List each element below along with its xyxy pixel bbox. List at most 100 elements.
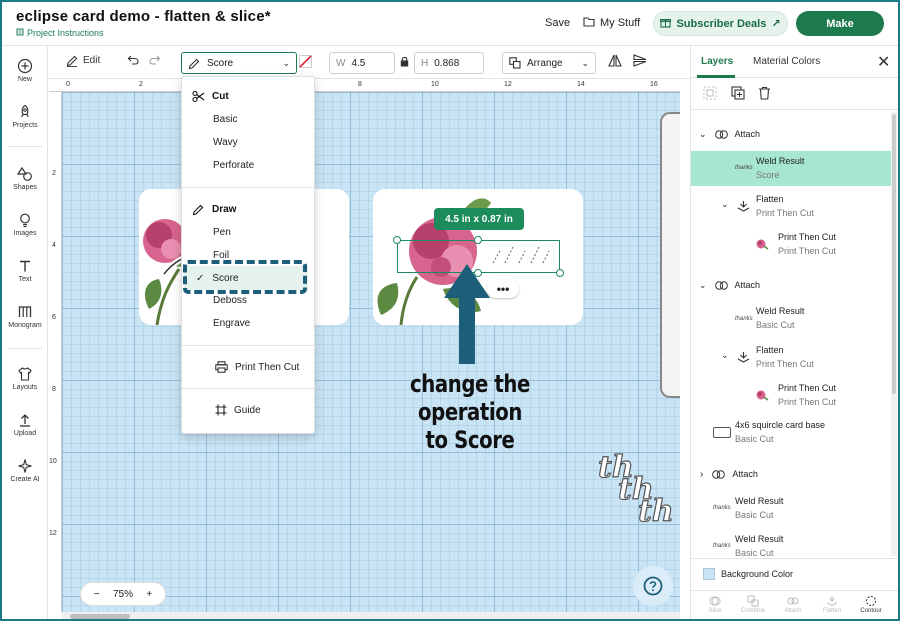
dropdown-item-perforate[interactable]: Perforate <box>213 160 254 171</box>
duplicate-icon[interactable] <box>731 86 745 100</box>
layer-subgroup-flatten[interactable]: ⌄ Flatten Print Then Cut <box>691 343 891 375</box>
rail-monogram-label: Monogram <box>8 322 42 329</box>
close-icon[interactable]: ✕ <box>877 52 890 72</box>
flatten-button[interactable]: Flatten <box>814 595 850 614</box>
pen-icon <box>192 204 204 216</box>
tab-layers[interactable]: Layers <box>701 56 733 67</box>
dropdown-item-engrave[interactable]: Engrave <box>213 318 250 329</box>
scrollbar-thumb[interactable] <box>892 114 896 394</box>
subscriber-deals-button[interactable]: Subscriber Deals ↗ <box>653 11 788 36</box>
no-color-swatch[interactable] <box>299 55 312 68</box>
rail-create-ai-label: Create AI <box>10 476 40 483</box>
selection-handle[interactable] <box>393 236 401 244</box>
ruler-tick-label: 0 <box>66 81 70 88</box>
layer-child-print-then-cut[interactable]: Print Then Cut Print Then Cut <box>691 230 891 262</box>
layer-thumbnail: thanks <box>713 505 731 511</box>
help-button[interactable] <box>633 566 673 606</box>
rail-new[interactable]: New <box>2 58 48 83</box>
lock-aspect-toggle[interactable] <box>400 56 409 67</box>
layer-item-card-base[interactable]: 4x6 squircle card base Basic Cut <box>691 418 891 450</box>
zoom-in-button[interactable]: + <box>146 589 152 600</box>
edit-button[interactable]: Edit <box>66 54 100 67</box>
layer-subtitle: Print Then Cut <box>756 359 814 369</box>
resize-handle[interactable] <box>556 269 564 277</box>
layer-group-attach[interactable]: ⌄ Attach <box>691 275 891 295</box>
project-instructions-link[interactable]: Project Instructions <box>16 28 104 38</box>
flip-vertical-button[interactable] <box>633 54 647 67</box>
dropdown-item-print-then-cut[interactable]: Print Then Cut <box>215 361 299 373</box>
make-button[interactable]: Make <box>796 11 884 36</box>
zoom-out-button[interactable]: − <box>94 589 100 600</box>
flatten-icon <box>826 596 838 607</box>
undo-icon <box>127 55 139 65</box>
background-color-swatch[interactable] <box>703 567 715 580</box>
layer-item[interactable]: thanks Weld Result Basic Cut <box>691 304 891 336</box>
rail-create-ai[interactable]: Create AI <box>2 458 48 483</box>
layer-item[interactable]: thanks Weld Result Basic Cut <box>691 494 891 526</box>
group-icon[interactable] <box>703 86 717 100</box>
chevron-down-icon: ⌄ <box>721 350 729 360</box>
chevron-right-icon: › <box>700 468 704 480</box>
undo-button[interactable] <box>127 54 139 65</box>
layer-group-attach[interactable]: › Attach <box>691 464 891 484</box>
rail-layouts[interactable]: Layouts <box>2 366 48 391</box>
operation-select[interactable]: Score ⌄ <box>181 52 297 74</box>
layer-group-attach[interactable]: ⌄ Attach <box>691 124 891 144</box>
score-highlight-box <box>183 260 307 294</box>
width-field[interactable]: W 4.5 <box>329 52 395 74</box>
contour-icon <box>866 596 876 606</box>
layers-scrollbar[interactable] <box>891 112 897 556</box>
redo-button[interactable] <box>149 54 161 65</box>
combine-button[interactable]: Combine <box>735 595 771 614</box>
layer-item-selected[interactable]: thanks Weld Result Score <box>691 151 891 186</box>
ruler-tick-label: 4 <box>52 242 56 249</box>
contour-label: Contour <box>860 608 882 614</box>
attach-button[interactable]: Attach <box>775 595 811 614</box>
dropdown-item-wavy[interactable]: Wavy <box>213 137 238 148</box>
dimension-tag: 4.5 in x 0.87 in <box>434 208 524 230</box>
operation-select-value: Score <box>207 57 234 69</box>
slice-button[interactable]: Slice <box>697 595 733 614</box>
background-color-row[interactable]: Background Color <box>691 558 898 588</box>
help-icon <box>643 576 663 596</box>
dropdown-item-basic[interactable]: Basic <box>213 114 237 125</box>
dropdown-item-guide[interactable]: Guide <box>215 404 261 416</box>
rail-text[interactable]: Text <box>2 258 48 283</box>
trash-icon[interactable] <box>758 86 771 100</box>
subscriber-deals-label: Subscriber Deals <box>676 17 767 30</box>
scrollbar-thumb[interactable] <box>70 614 130 619</box>
layer-subtitle: Score <box>756 170 780 180</box>
dropdown-item-deboss[interactable]: Deboss <box>213 295 247 306</box>
attach-icon <box>714 129 728 139</box>
layer-item[interactable]: thanks Weld Result Basic Cut <box>691 532 891 556</box>
layer-title: Weld Result <box>756 306 805 316</box>
contour-button[interactable]: Contour <box>853 595 889 614</box>
rail-images[interactable]: Images <box>2 212 48 237</box>
design-canvas[interactable]: 4.5 in x 0.87 in ••• change the operatio… <box>62 92 680 612</box>
layer-title: Weld Result <box>735 534 784 544</box>
rail-monogram[interactable]: Monogram <box>2 304 48 329</box>
rail-projects[interactable]: Projects <box>2 104 48 129</box>
tab-material-colors[interactable]: Material Colors <box>753 56 820 67</box>
layer-child-print-then-cut[interactable]: Print Then Cut Print Then Cut <box>691 381 891 413</box>
rail-shapes[interactable]: Shapes <box>2 166 48 191</box>
selection-handle[interactable] <box>474 236 482 244</box>
zoom-control[interactable]: − 75% + <box>80 582 166 606</box>
layer-subgroup-flatten[interactable]: ⌄ Flatten Print Then Cut <box>691 192 891 224</box>
dropdown-item-pen[interactable]: Pen <box>213 227 231 238</box>
horizontal-scrollbar[interactable] <box>62 612 680 619</box>
annotation-line-1: change the operation <box>410 370 530 426</box>
card-edge-shape[interactable] <box>660 112 680 398</box>
flip-horizontal-button[interactable] <box>608 54 622 67</box>
layer-title: Weld Result <box>735 496 784 506</box>
attach-icon <box>787 597 799 605</box>
dropdown-divider <box>182 345 316 346</box>
script-text-image[interactable]: th th th <box>596 447 680 527</box>
save-button[interactable]: Save <box>545 17 570 29</box>
arrange-select[interactable]: Arrange ⌄ <box>502 52 596 74</box>
rail-upload[interactable]: Upload <box>2 412 48 437</box>
my-stuff-button[interactable]: My Stuff <box>583 16 640 30</box>
height-field[interactable]: H 0.868 <box>414 52 484 74</box>
monogram-icon <box>18 306 32 317</box>
flatten-label: Flatten <box>822 608 842 614</box>
